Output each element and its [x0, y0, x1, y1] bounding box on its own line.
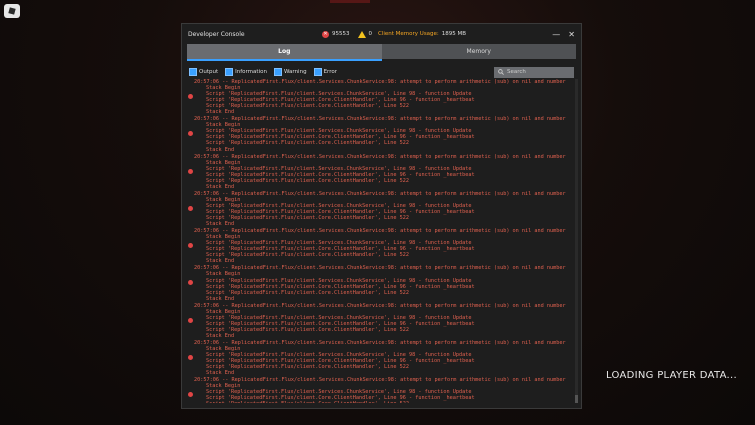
stack-line: Stack End — [206, 258, 235, 265]
filter-warning-label: Warning — [283, 69, 307, 75]
error-count: 95553 — [332, 31, 350, 37]
filter-warning[interactable]: Warning — [273, 68, 307, 76]
console-tabs: Log Memory — [187, 44, 576, 61]
log-entry[interactable]: 20:57:06 -- ReplicatedFirst.Flux/client.… — [187, 303, 569, 339]
log-message: 20:57:06 -- ReplicatedFirst.Flux/client.… — [194, 190, 566, 197]
error-icon: ✕ — [322, 30, 329, 38]
error-dot-icon — [188, 131, 193, 137]
log-entry[interactable]: 20:57:06 -- ReplicatedFirst.Flux/client.… — [187, 228, 569, 264]
stack-line: Stack End — [206, 221, 235, 228]
log-message: 20:57:06 -- ReplicatedFirst.Flux/client.… — [194, 302, 566, 309]
error-dot-icon — [188, 392, 193, 398]
console-stats: ✕ 95553 0 Client Memory Usage: 1895 MB — [322, 24, 466, 44]
warning-icon — [357, 30, 366, 38]
error-dot-icon — [188, 243, 193, 249]
error-dot-icon — [188, 205, 193, 211]
developer-console: Developer Console ✕ 95553 0 Client Memor… — [181, 23, 582, 409]
scrollbar-thumb[interactable] — [575, 395, 578, 403]
minimize-icon[interactable]: — — [552, 30, 560, 39]
log-entry[interactable]: 20:57:06 -- ReplicatedFirst.Flux/client.… — [187, 265, 569, 302]
error-dot-icon — [188, 280, 193, 286]
search-placeholder: Search — [507, 69, 526, 75]
filter-information[interactable]: Information — [225, 68, 267, 76]
log-message: 20:57:06 -- ReplicatedFirst.Flux/client.… — [194, 153, 566, 160]
search-input[interactable]: Search — [494, 66, 574, 78]
memory-value: 1895 MB — [441, 31, 467, 37]
checkbox-information[interactable] — [225, 68, 234, 76]
loading-text: LOADING PLAYER DATA... — [606, 370, 737, 381]
checkbox-warning[interactable] — [273, 68, 282, 76]
window-buttons: — ✕ — [552, 24, 575, 44]
error-dot-icon — [188, 354, 193, 360]
log-message: 20:57:06 -- ReplicatedFirst.Flux/client.… — [194, 265, 566, 272]
log-entry[interactable]: 20:57:06 -- ReplicatedFirst.Flux/client.… — [187, 154, 569, 190]
stack-line: Stack End — [206, 109, 235, 116]
filter-information-label: Information — [235, 69, 267, 75]
filter-output[interactable]: Output — [189, 68, 218, 76]
filter-error-label: Error — [323, 69, 337, 75]
stack-line: Stack End — [206, 146, 235, 153]
checkbox-error[interactable] — [313, 68, 322, 76]
roblox-logo-icon[interactable] — [4, 4, 20, 18]
filter-error[interactable]: Error — [313, 68, 337, 76]
filter-output-label: Output — [199, 69, 219, 75]
stack-line: Stack End — [206, 183, 235, 190]
close-icon[interactable]: ✕ — [568, 30, 575, 39]
log-message: 20:57:06 -- ReplicatedFirst.Flux/client.… — [194, 339, 566, 346]
log-entry[interactable]: 20:57:06 -- ReplicatedFirst.Flux/client.… — [187, 79, 569, 115]
log-message: 20:57:06 -- ReplicatedFirst.Flux/client.… — [194, 377, 566, 384]
search-icon — [498, 69, 504, 75]
tab-log[interactable]: Log — [187, 44, 382, 61]
log-message: 20:57:06 -- ReplicatedFirst.Flux/client.… — [194, 116, 566, 123]
console-titlebar: Developer Console ✕ 95553 0 Client Memor… — [182, 24, 581, 44]
log-message: 20:57:06 -- ReplicatedFirst.Flux/client.… — [194, 228, 566, 235]
log-entry[interactable]: 20:57:06 -- ReplicatedFirst.Flux/client.… — [187, 377, 569, 403]
warning-count: 0 — [368, 31, 373, 37]
tab-memory[interactable]: Memory — [381, 44, 576, 59]
stack-line: Stack End — [206, 295, 235, 302]
log-output[interactable]: 20:57:06 -- ReplicatedFirst.Flux/client.… — [187, 79, 569, 403]
error-dot-icon — [188, 317, 193, 323]
console-title: Developer Console — [188, 30, 245, 38]
stack-line: Script 'ReplicatedFirst.Flux/client.Core… — [194, 401, 569, 403]
stack-line: Stack End — [206, 332, 235, 339]
log-message: 20:57:06 -- ReplicatedFirst.Flux/client.… — [194, 79, 566, 85]
memory-label: Client Memory Usage: — [378, 31, 439, 37]
error-dot-icon — [188, 168, 193, 174]
stack-line: Stack End — [206, 370, 235, 377]
top-glow — [330, 0, 370, 3]
checkbox-output[interactable] — [189, 68, 197, 76]
log-entry[interactable]: 20:57:06 -- ReplicatedFirst.Flux/client.… — [187, 191, 569, 227]
log-entry[interactable]: 20:57:06 -- ReplicatedFirst.Flux/client.… — [187, 340, 569, 376]
log-scrollbar[interactable] — [575, 79, 578, 403]
error-dot-icon — [188, 94, 193, 99]
log-entry[interactable]: 20:57:06 -- ReplicatedFirst.Flux/client.… — [187, 116, 569, 153]
